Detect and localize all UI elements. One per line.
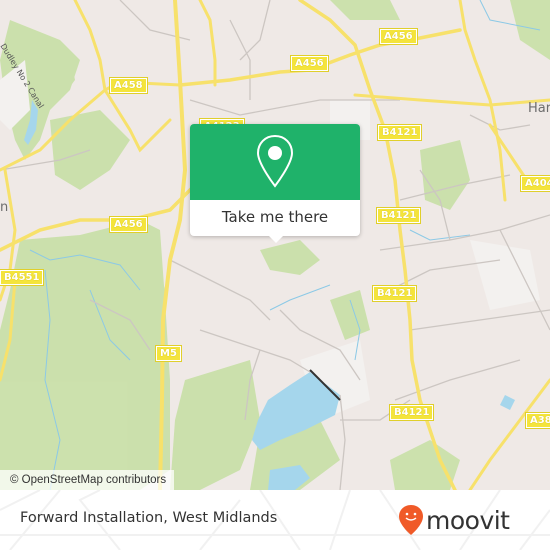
location-pin-icon — [256, 134, 294, 188]
location-popup: Take me there — [190, 124, 360, 243]
moovit-logo[interactable]: moovit — [398, 502, 510, 538]
place-label-harborne: Har — [528, 101, 550, 116]
road-shield-b4121: B4121 — [376, 124, 423, 141]
place-name: Forward Installation, West Midlands — [20, 510, 278, 526]
road-shield-b4551: B4551 — [0, 269, 45, 286]
moovit-pin-icon — [399, 505, 423, 535]
place-label-halesowen: n — [0, 200, 9, 215]
moovit-logo-text: moovit — [426, 505, 510, 535]
road-shield-a38: A38 — [525, 412, 550, 429]
road-shield-b4121: B4121 — [375, 207, 422, 224]
road-shield-b4121: B4121 — [371, 285, 418, 302]
road-shield-a4040: A4040 — [520, 175, 550, 192]
road-shield-a456: A456 — [109, 216, 148, 233]
road-shield-m5: M5 — [155, 345, 182, 362]
road-shield-a456: A456 — [290, 55, 329, 72]
map-attribution[interactable]: © OpenStreetMap contributors — [0, 470, 175, 490]
road-shield-b4121: B4121 — [388, 404, 435, 421]
take-me-there-button[interactable]: Take me there — [190, 200, 360, 236]
popup-header — [190, 124, 360, 200]
map[interactable]: A458 A456 A456 A456 A4123 B4121 B4121 B4… — [0, 0, 550, 490]
road-shield-a456: A456 — [379, 28, 418, 45]
popup-tail — [268, 235, 284, 243]
road-shield-a458: A458 — [109, 77, 148, 94]
map-base-layer — [0, 0, 550, 490]
footer: Forward Installation, West Midlands moov… — [0, 490, 550, 550]
